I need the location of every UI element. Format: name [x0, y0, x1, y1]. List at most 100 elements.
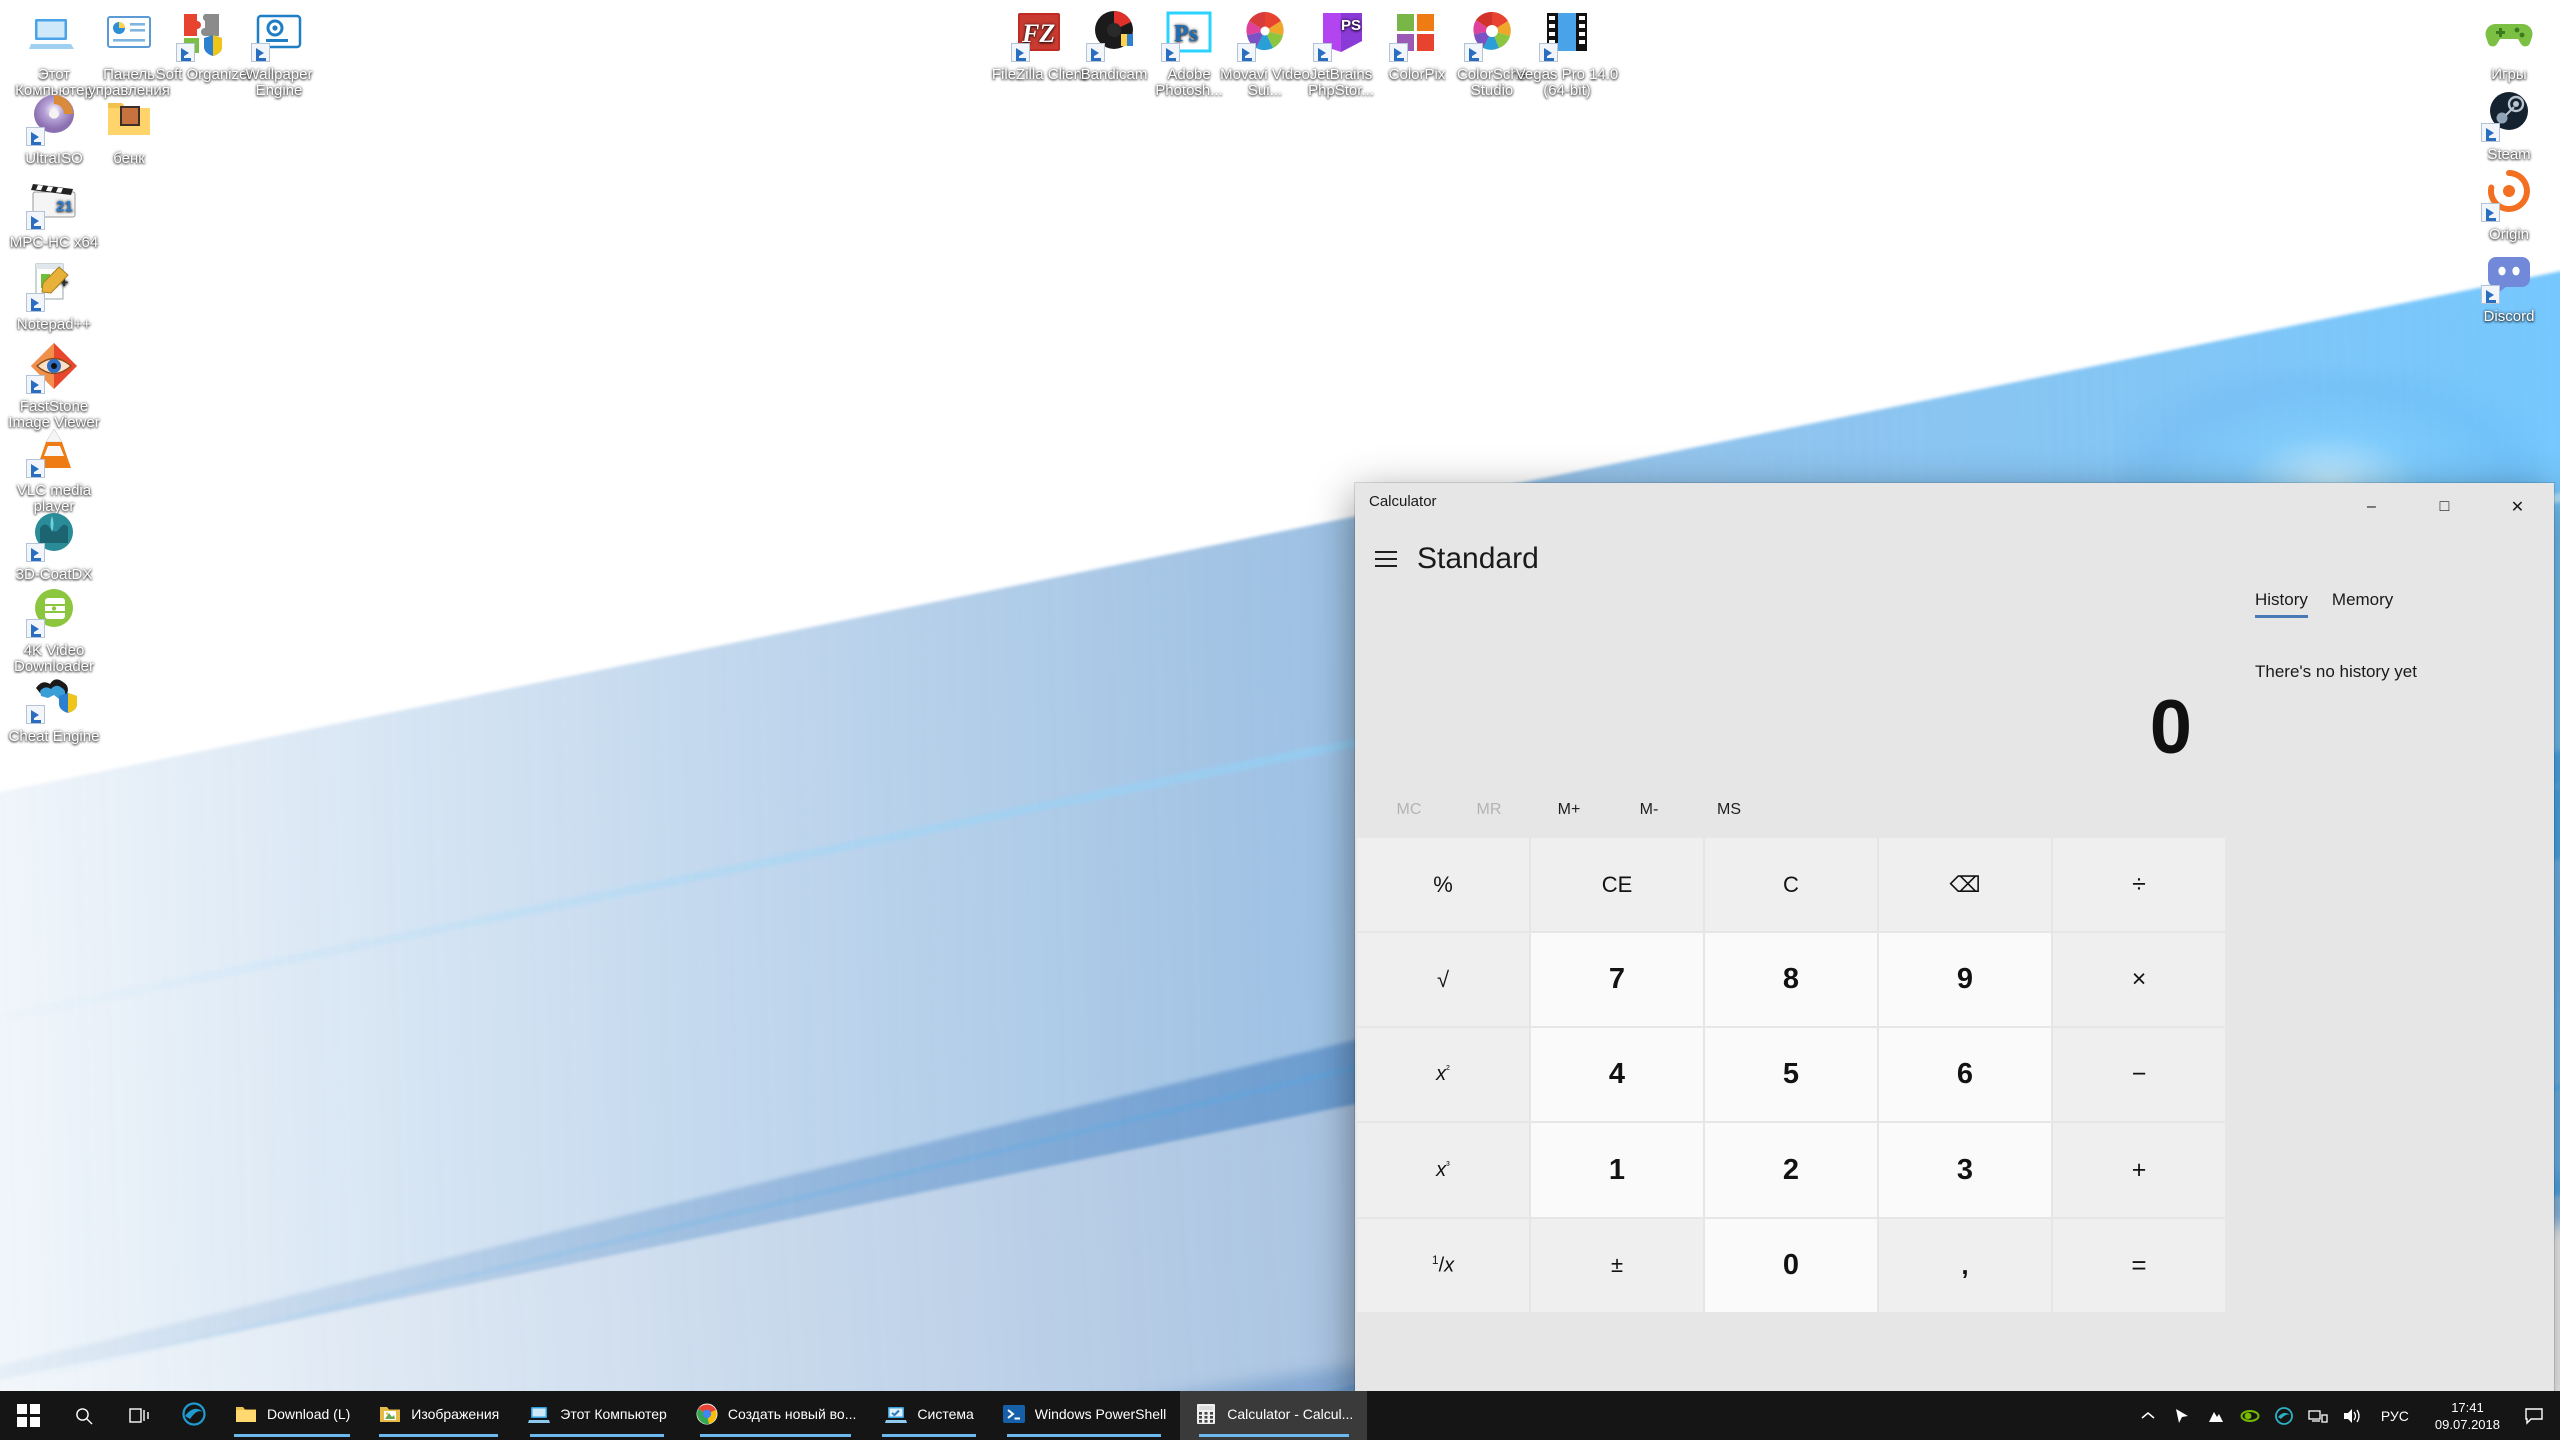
- calculator-window[interactable]: Calculator – □ ✕ Standard 0 MC MR M+ M- MS %…: [1355, 483, 2554, 1409]
- taskbar[interactable]: Download (L) Изображения Этот Компьютер Соз…: [0, 1391, 2560, 1440]
- square-root-key[interactable]: √: [1357, 933, 1529, 1027]
- taskbar-item-chrome[interactable]: Создать новый во...: [681, 1391, 871, 1440]
- negate-key[interactable]: ±: [1531, 1218, 1703, 1312]
- digit-2-key[interactable]: 2: [1705, 1123, 1877, 1217]
- desktop-icon-3d-coat[interactable]: 3D-CoatDX: [0, 508, 108, 583]
- subtract-key[interactable]: −: [2053, 1028, 2225, 1122]
- vlc-icon: [26, 424, 80, 478]
- tab-memory[interactable]: Memory: [2322, 584, 2407, 620]
- clock-time: 17:41: [2451, 1399, 2484, 1415]
- clear-entry-key[interactable]: CE: [1531, 838, 1703, 932]
- percent-key[interactable]: %: [1357, 838, 1529, 932]
- desktop-icon-notepad-plus[interactable]: ++ Notepad++: [0, 258, 108, 333]
- filezilla-icon: FZ: [1011, 8, 1065, 62]
- digit-1-key[interactable]: 1: [1531, 1123, 1703, 1217]
- tab-history[interactable]: History: [2245, 584, 2322, 620]
- desktop-icon-4k-video-downloader[interactable]: 4K Video Downloader: [0, 584, 108, 675]
- taskbar-item-label: Calculator - Calcul...: [1227, 1406, 1354, 1422]
- digit-8-key[interactable]: 8: [1705, 933, 1877, 1027]
- desktop-icon-mpc-hc[interactable]: 21 MPC-HC x64: [0, 176, 108, 251]
- decimal-key[interactable]: ,: [1879, 1218, 2051, 1312]
- desktop-icon-discord[interactable]: Discord: [2455, 250, 2560, 325]
- calculator-titlebar[interactable]: Calculator – □ ✕: [1355, 483, 2554, 530]
- taskbar-item-this-pc[interactable]: Этот Компьютер: [513, 1391, 681, 1440]
- origin-icon: [2481, 168, 2535, 222]
- mountain-icon[interactable]: [2199, 1391, 2233, 1440]
- desktop-icon-label: MPC-HC x64: [9, 234, 99, 251]
- clock[interactable]: 17:41 09.07.2018: [2421, 1391, 2514, 1440]
- network-icon[interactable]: [2301, 1391, 2335, 1440]
- taskbar-item-edge[interactable]: [168, 1391, 220, 1440]
- multiply-key[interactable]: ×: [2053, 933, 2225, 1027]
- desktop-icon-label: Игры: [2491, 66, 2527, 83]
- memory-mc-button: MC: [1369, 788, 1449, 832]
- digit-7-key[interactable]: 7: [1531, 933, 1703, 1027]
- calculator-side-panel: History Memory There's no history yet: [2227, 588, 2554, 1409]
- desktop-icon-origin[interactable]: Origin: [2455, 168, 2560, 243]
- reciprocal-key[interactable]: 1/x: [1357, 1218, 1529, 1312]
- digit-5-key[interactable]: 5: [1705, 1028, 1877, 1122]
- clear-key[interactable]: C: [1705, 838, 1877, 932]
- desktop-icon-faststone[interactable]: FastStone Image Viewer: [0, 340, 108, 431]
- equals-key[interactable]: =: [2053, 1218, 2225, 1312]
- cursor-icon[interactable]: [2165, 1391, 2199, 1440]
- divide-key[interactable]: ÷: [2053, 838, 2225, 932]
- cube-key[interactable]: x³: [1357, 1123, 1529, 1217]
- add-key[interactable]: +: [2053, 1123, 2225, 1217]
- calculator-display[interactable]: 0: [1355, 588, 2227, 784]
- history-empty-message: There's no history yet: [2255, 662, 2417, 681]
- edge-icon: [182, 1402, 206, 1426]
- hamburger-menu-icon[interactable]: [1355, 530, 1417, 588]
- desktop-icon-games[interactable]: Игры: [2455, 8, 2560, 83]
- ultraiso-icon: [26, 92, 80, 146]
- task-view-button[interactable]: [112, 1391, 168, 1440]
- taskbar-item-calculator[interactable]: Calculator - Calcul...: [1180, 1391, 1368, 1440]
- desktop-icon-vegas-pro[interactable]: Vegas Pro 14.0 (64-bit): [1513, 8, 1621, 99]
- colorpix-icon: [1389, 8, 1443, 62]
- memory-ms-button[interactable]: MS: [1689, 788, 1769, 832]
- calculator-main-panel: 0 MC MR M+ M- MS % CE C ⌫ ÷ √ 7 8 9 × x² 4 5 6− x³ 1 2 3 +1/x ±…: [1355, 588, 2227, 1409]
- mpc-hc-icon: 21: [26, 176, 80, 230]
- desktop-icon-label: Vegas Pro 14.0 (64-bit): [1515, 66, 1619, 99]
- calculator-mode-title: Standard: [1417, 542, 1539, 575]
- nvidia-icon[interactable]: [2233, 1391, 2267, 1440]
- digit-9-key[interactable]: 9: [1879, 933, 2051, 1027]
- maximize-button[interactable]: □: [2408, 483, 2481, 530]
- desktop-icon-cheat-engine[interactable]: Cheat Engine: [0, 670, 108, 745]
- svg-text:21: 21: [56, 198, 73, 215]
- calculator-header: Standard: [1355, 530, 2554, 588]
- backspace-key[interactable]: ⌫: [1879, 838, 2051, 932]
- start-button[interactable]: [0, 1391, 56, 1440]
- task-view-icon: [129, 1407, 149, 1423]
- taskbar-item-system[interactable]: Система: [870, 1391, 987, 1440]
- taskbar-item-folder[interactable]: Download (L): [220, 1391, 364, 1440]
- desktop-icon-steam[interactable]: Steam: [2455, 88, 2560, 163]
- digit-0-key[interactable]: 0: [1705, 1218, 1877, 1312]
- taskbar-item-label: Изображения: [411, 1406, 500, 1422]
- memory-mplus-button[interactable]: M+: [1529, 788, 1609, 832]
- edge-tray-icon[interactable]: [2267, 1391, 2301, 1440]
- desktop-icon-wallpaper-engine[interactable]: Wallpaper Engine: [225, 8, 333, 99]
- this-pc-icon: [28, 8, 80, 60]
- control-panel-icon: [103, 8, 155, 60]
- square-key[interactable]: x²: [1357, 1028, 1529, 1122]
- memory-mminus-button[interactable]: M-: [1609, 788, 1689, 832]
- desktop-icon-vlc[interactable]: VLC media player: [0, 424, 108, 515]
- language-indicator[interactable]: РУС: [2369, 1391, 2421, 1440]
- close-button[interactable]: ✕: [2481, 483, 2554, 530]
- search-button[interactable]: [56, 1391, 112, 1440]
- minimize-button[interactable]: –: [2335, 483, 2408, 530]
- digit-6-key[interactable]: 6: [1879, 1028, 2051, 1122]
- desktop-icon-folder[interactable]: бенк: [75, 92, 183, 167]
- svg-text:PS: PS: [1341, 17, 1361, 34]
- digit-3-key[interactable]: 3: [1879, 1123, 2051, 1217]
- taskbar-item-pictures-folder[interactable]: Изображения: [364, 1391, 513, 1440]
- volume-icon[interactable]: [2335, 1391, 2369, 1440]
- desktop-icon-label: Cheat Engine: [8, 728, 100, 745]
- clock-date: 09.07.2018: [2434, 1416, 2500, 1432]
- action-center-icon[interactable]: [2514, 1391, 2554, 1440]
- digit-4-key[interactable]: 4: [1531, 1028, 1703, 1122]
- taskbar-item-powershell[interactable]: Windows PowerShell: [988, 1391, 1181, 1440]
- window-title: Calculator: [1369, 493, 1437, 510]
- chevron-up-icon[interactable]: [2131, 1391, 2165, 1440]
